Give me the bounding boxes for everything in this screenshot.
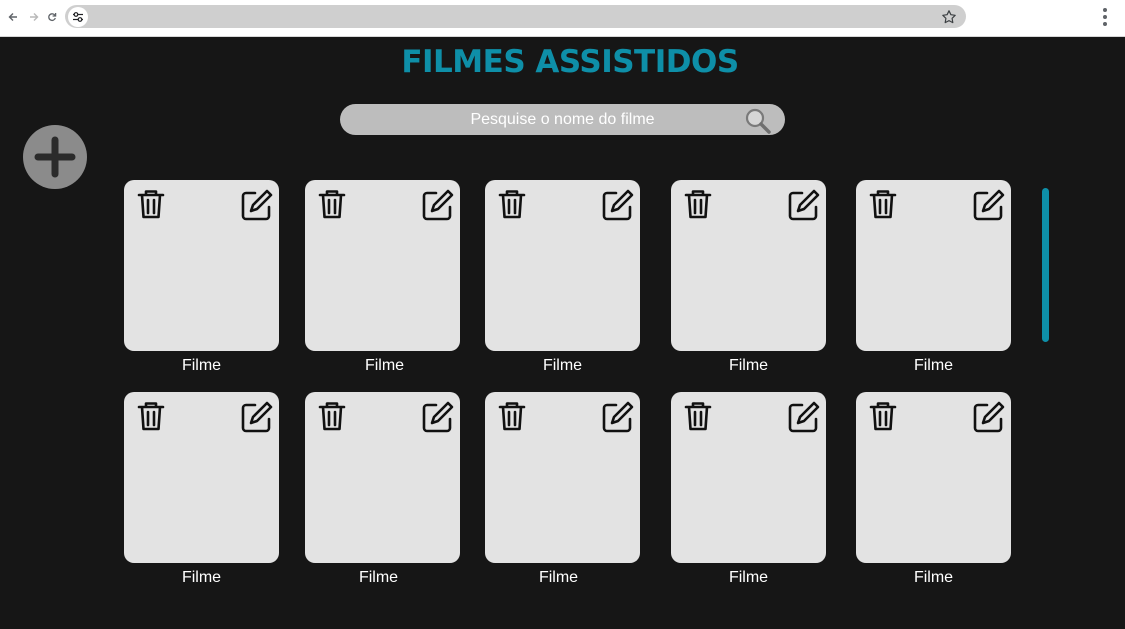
edit-icon <box>422 189 454 221</box>
forward-button[interactable] <box>27 10 41 24</box>
edit-icon <box>602 401 634 433</box>
search-input[interactable] <box>340 104 785 135</box>
search-bar <box>340 104 785 135</box>
trash-icon <box>869 402 897 431</box>
add-movie-button[interactable] <box>23 125 87 189</box>
page-title: FILMES ASSISTIDOS <box>401 44 739 80</box>
edit-movie-button[interactable] <box>240 400 274 434</box>
movie-title: Filme <box>913 357 954 374</box>
edit-icon <box>973 401 1005 433</box>
address-bar[interactable] <box>65 5 966 28</box>
star-icon <box>942 10 956 24</box>
movie-card[interactable] <box>485 392 640 563</box>
trash-icon <box>137 190 165 219</box>
delete-movie-button[interactable] <box>136 400 166 432</box>
movie-card[interactable] <box>305 180 460 351</box>
edit-icon <box>241 189 273 221</box>
movie-card[interactable] <box>671 392 826 563</box>
trash-icon <box>318 402 346 431</box>
search-button[interactable] <box>744 107 772 135</box>
movie-card[interactable] <box>124 392 279 563</box>
browser-menu-button[interactable] <box>1097 7 1113 27</box>
movie-card[interactable] <box>856 180 1011 351</box>
delete-movie-button[interactable] <box>136 188 166 220</box>
site-info-button[interactable] <box>68 7 88 27</box>
edit-icon <box>241 401 273 433</box>
edit-icon <box>602 189 634 221</box>
edit-icon <box>788 189 820 221</box>
edit-movie-button[interactable] <box>601 188 635 222</box>
trash-icon <box>684 402 712 431</box>
kebab-menu-icon <box>1103 8 1107 12</box>
trash-icon <box>869 190 897 219</box>
edit-movie-button[interactable] <box>421 400 455 434</box>
arrow-left-icon <box>8 13 17 21</box>
edit-movie-button[interactable] <box>421 188 455 222</box>
arrow-right-icon <box>30 13 39 21</box>
delete-movie-button[interactable] <box>683 400 713 432</box>
edit-movie-button[interactable] <box>972 400 1006 434</box>
delete-movie-button[interactable] <box>683 188 713 220</box>
edit-icon <box>422 401 454 433</box>
edit-movie-button[interactable] <box>240 188 274 222</box>
delete-movie-button[interactable] <box>317 188 347 220</box>
edit-icon <box>973 189 1005 221</box>
movie-card[interactable] <box>856 392 1011 563</box>
delete-movie-button[interactable] <box>497 400 527 432</box>
edit-movie-button[interactable] <box>972 188 1006 222</box>
movie-card[interactable] <box>671 180 826 351</box>
trash-icon <box>684 190 712 219</box>
magnifier-icon <box>745 108 771 134</box>
delete-movie-button[interactable] <box>868 400 898 432</box>
movie-title: Filme <box>913 569 954 586</box>
reload-button[interactable] <box>45 10 59 24</box>
scrollbar-thumb[interactable] <box>1042 188 1049 342</box>
movie-title: Filme <box>542 357 583 374</box>
edit-movie-button[interactable] <box>787 188 821 222</box>
movie-card[interactable] <box>305 392 460 563</box>
edit-icon <box>788 401 820 433</box>
delete-movie-button[interactable] <box>868 188 898 220</box>
edit-movie-button[interactable] <box>787 400 821 434</box>
trash-icon <box>498 190 526 219</box>
tune-icon <box>73 12 83 22</box>
movie-card[interactable] <box>485 180 640 351</box>
browser-toolbar <box>0 0 1125 37</box>
trash-icon <box>137 402 165 431</box>
movie-title: Filme <box>358 569 399 586</box>
plus-icon <box>34 136 76 178</box>
delete-movie-button[interactable] <box>317 400 347 432</box>
movie-title: Filme <box>181 357 222 374</box>
delete-movie-button[interactable] <box>497 188 527 220</box>
movie-title: Filme <box>538 569 579 586</box>
movie-card[interactable] <box>124 180 279 351</box>
movie-title: Filme <box>728 569 769 586</box>
movie-title: Filme <box>728 357 769 374</box>
edit-movie-button[interactable] <box>601 400 635 434</box>
trash-icon <box>318 190 346 219</box>
back-button[interactable] <box>6 10 20 24</box>
trash-icon <box>498 402 526 431</box>
reload-icon <box>48 13 57 22</box>
movie-title: Filme <box>364 357 405 374</box>
bookmark-star-button[interactable] <box>941 9 957 25</box>
movie-title: Filme <box>181 569 222 586</box>
